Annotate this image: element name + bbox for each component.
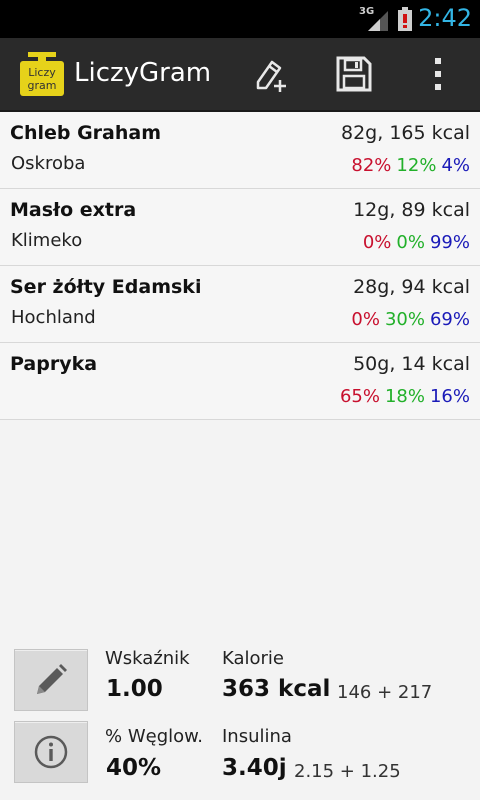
signal-icon: [368, 11, 388, 31]
edit-index-button[interactable]: [14, 649, 88, 711]
item-brand: Klimeko: [11, 230, 83, 251]
item-name: Ser żółty Edamski: [10, 276, 202, 298]
list-item[interactable]: Ser żółty Edamski Hochland 28g, 94 kcal …: [0, 266, 480, 343]
save-button[interactable]: [328, 48, 380, 100]
fat-percent: 16%: [429, 386, 470, 407]
fat-percent: 99%: [429, 232, 470, 253]
insulin-label: Insulina: [222, 726, 292, 747]
info-icon: [34, 735, 68, 769]
calories-value: 363 kcal: [222, 676, 331, 702]
calories-label: Kalorie: [222, 648, 285, 669]
carbs-percent: 65%: [339, 386, 380, 407]
item-amount: 28g, 94 kcal: [353, 276, 470, 298]
clock: 2:42: [418, 4, 472, 32]
item-amount: 50g, 14 kcal: [353, 353, 470, 375]
fat-percent: 69%: [429, 309, 470, 330]
save-icon: [336, 56, 372, 92]
item-brand: Oskroba: [11, 153, 86, 174]
protein-percent: 18%: [384, 386, 425, 407]
carbs-percent: 82%: [351, 155, 392, 176]
list-item[interactable]: Masło extra Klimeko 12g, 89 kcal 0% 0% 99%: [0, 189, 480, 266]
list-item[interactable]: Chleb Graham Oskroba 82g, 165 kcal 82% 12…: [0, 112, 480, 189]
item-name: Chleb Graham: [10, 122, 162, 144]
edit-add-icon: [256, 60, 286, 92]
carbs-percent: 0%: [351, 309, 380, 330]
food-list: Chleb Graham Oskroba 82g, 165 kcal 82% 12…: [0, 112, 480, 420]
list-item[interactable]: Papryka 50g, 14 kcal 65% 18% 16%: [0, 343, 480, 420]
item-amount: 12g, 89 kcal: [353, 199, 470, 221]
fat-percent: 4%: [441, 155, 470, 176]
app-logo-icon[interactable]: Liczy gram: [18, 50, 66, 98]
carbs-percent: 0%: [362, 232, 392, 253]
summary-panel: Wskaźnik 1.00 Kalorie 363 kcal 146 + 217…: [0, 640, 480, 800]
protein-percent: 30%: [384, 309, 425, 330]
item-macros: 0% 0% 99%: [363, 232, 470, 253]
item-amount: 82g, 165 kcal: [341, 122, 470, 144]
action-bar: Liczy gram LiczyGram: [0, 38, 480, 112]
item-macros: 82% 12% 4%: [351, 155, 470, 176]
item-brand: Hochland: [11, 307, 96, 328]
pencil-icon: [37, 664, 67, 694]
status-bar: 3G 2:42: [0, 0, 480, 38]
add-item-button[interactable]: [244, 48, 296, 100]
app-title: LiczyGram: [74, 58, 212, 88]
protein-percent: 0%: [396, 232, 425, 253]
battery-icon: [398, 7, 412, 31]
item-name: Masło extra: [10, 199, 137, 221]
item-macros: 0% 30% 69%: [351, 309, 470, 330]
item-name: Papryka: [10, 353, 98, 375]
insulin-value: 3.40j: [222, 755, 287, 781]
carb-percent-label: % Węglow.: [105, 726, 203, 747]
insulin-breakdown: 2.15 + 1.25: [294, 761, 401, 782]
carb-percent-value: 40%: [106, 755, 162, 781]
index-label: Wskaźnik: [105, 648, 190, 669]
protein-percent: 12%: [396, 155, 437, 176]
item-macros: 65% 18% 16%: [340, 386, 470, 407]
svg-text:Liczy: Liczy: [28, 66, 56, 79]
index-value: 1.00: [106, 676, 163, 702]
overflow-menu-icon: [435, 58, 441, 90]
calories-breakdown: 146 + 217: [337, 682, 433, 703]
overflow-menu-button[interactable]: [412, 48, 464, 100]
info-button[interactable]: [14, 721, 88, 783]
svg-text:gram: gram: [28, 79, 57, 92]
